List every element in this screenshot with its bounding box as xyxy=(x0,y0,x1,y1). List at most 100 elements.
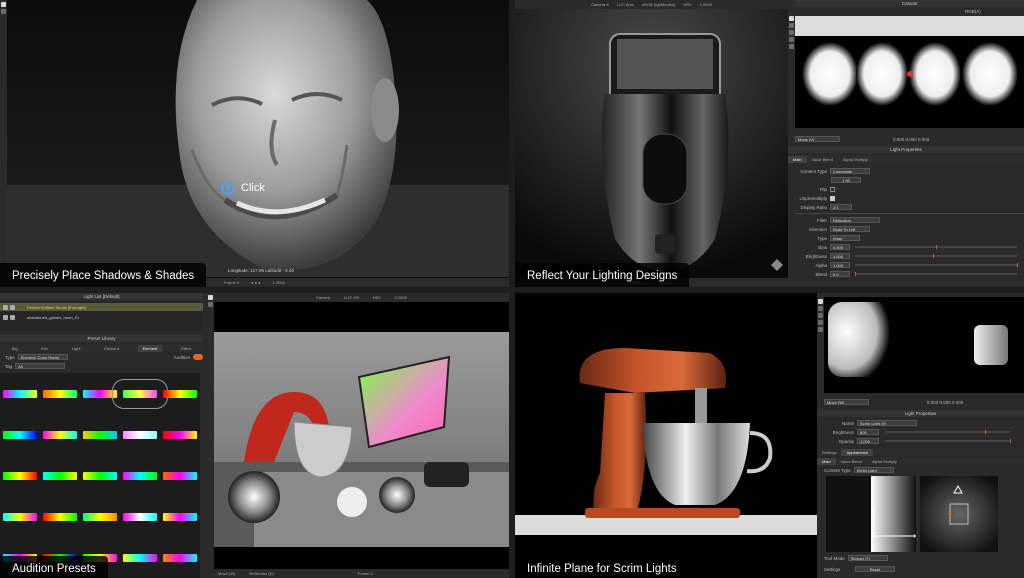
preset-swatch[interactable] xyxy=(163,471,197,480)
tab-appearance[interactable]: Appearance xyxy=(841,449,874,456)
preset-swatch[interactable] xyxy=(43,512,77,521)
lut-select[interactable]: LUT: Auto xyxy=(617,2,634,7)
move-select[interactable]: Move (V) xyxy=(795,136,840,142)
zoom-value[interactable]: 1.0000 xyxy=(700,2,712,7)
select-tool-icon[interactable] xyxy=(789,23,794,28)
frame-label[interactable]: Frame 0 xyxy=(358,571,373,576)
zoom-tool-icon[interactable] xyxy=(818,320,823,325)
tab-env[interactable]: Env xyxy=(36,345,53,352)
preset-swatch[interactable] xyxy=(3,512,37,521)
preset-swatch[interactable] xyxy=(83,512,117,521)
preset-swatch[interactable] xyxy=(163,389,197,398)
content-type-select[interactable]: Composite xyxy=(830,168,870,174)
flip-checkbox[interactable] xyxy=(830,186,835,192)
preset-swatch[interactable] xyxy=(123,553,157,562)
content-type-select[interactable]: Scrim Light xyxy=(853,467,894,473)
preset-swatch[interactable] xyxy=(43,389,77,398)
preset-swatch[interactable] xyxy=(3,430,37,439)
visible-icon[interactable] xyxy=(3,304,8,310)
bias-slider[interactable] xyxy=(855,245,1017,249)
preset-swatch-selected[interactable] xyxy=(112,378,168,409)
tab-effect[interactable]: Effect xyxy=(176,345,196,352)
visible-icon[interactable] xyxy=(3,314,8,320)
paint-tool-icon[interactable] xyxy=(818,299,823,304)
type-select[interactable]: Element: Color Ramp xyxy=(17,354,68,360)
tab-element[interactable]: Element xyxy=(99,345,124,352)
bias-field[interactable]: 0.500 xyxy=(830,244,850,250)
tab-main[interactable]: Main xyxy=(788,156,807,163)
light-row[interactable]: Perfect Softbox Studio [EnvLight] xyxy=(0,303,203,311)
name-field[interactable]: Scrim Light 09 xyxy=(857,420,917,426)
preset-swatch[interactable] xyxy=(123,512,157,521)
blend-field[interactable]: 0.0 xyxy=(830,271,850,277)
alpha-slider[interactable] xyxy=(855,263,1018,267)
camera-select[interactable]: Camera 6 xyxy=(591,2,609,7)
zoom-tool-icon[interactable] xyxy=(789,37,794,42)
tab-value-blend[interactable]: Value Blend xyxy=(807,156,838,163)
fit-tool-icon[interactable] xyxy=(818,327,823,332)
preset-swatch[interactable] xyxy=(163,430,197,439)
select-tool-icon[interactable] xyxy=(1,2,6,7)
paint-tool-icon[interactable] xyxy=(789,16,794,21)
color-select[interactable]: sRGB (rgbMonitor) xyxy=(642,2,676,7)
move-tool-icon[interactable] xyxy=(789,30,794,35)
rgb-select[interactable]: RGB(A) xyxy=(965,9,981,14)
frame-label[interactable]: Frame 0 xyxy=(224,280,239,285)
preset-swatch[interactable] xyxy=(83,389,117,398)
tab-big[interactable]: Big xyxy=(7,345,23,352)
preset-swatch[interactable] xyxy=(83,430,117,439)
tag-select[interactable]: All xyxy=(15,363,66,369)
brightness-field[interactable]: 1.000 xyxy=(830,253,850,259)
select-tool-icon[interactable] xyxy=(818,306,823,311)
tool-mode-select[interactable]: Spread (T) xyxy=(847,555,888,561)
hsv-select[interactable]: HSV xyxy=(684,2,692,7)
tab-value-blend[interactable]: Value Blend xyxy=(836,458,867,465)
preset-swatch[interactable] xyxy=(123,471,157,480)
preset-swatch[interactable] xyxy=(3,389,37,398)
camera-select[interactable]: Camera xyxy=(316,295,330,300)
light-tool-icon[interactable] xyxy=(208,302,213,307)
tab-light[interactable]: Light xyxy=(67,345,86,352)
zoom-value[interactable]: 1.0000 xyxy=(395,295,407,300)
display-ratio-select[interactable]: 2:1 xyxy=(830,204,852,210)
preset-swatch[interactable] xyxy=(163,553,197,562)
reset-button[interactable]: Reset xyxy=(855,566,895,572)
reflection-select[interactable]: Reflection (D) xyxy=(249,571,273,576)
zoom-value[interactable]: 1.0000 xyxy=(273,280,285,285)
preset-swatch[interactable] xyxy=(3,471,37,480)
brightness-slider[interactable] xyxy=(855,254,1017,258)
opacity-slider[interactable] xyxy=(885,439,1011,443)
lut-select[interactable]: LUT: Off xyxy=(344,295,359,300)
preset-swatch[interactable] xyxy=(163,512,197,521)
scrim-preview[interactable] xyxy=(920,476,998,552)
tab-element-active[interactable]: Element xyxy=(137,345,163,352)
type-select[interactable]: Wrap xyxy=(830,235,860,241)
alpha-field[interactable]: 1.000 xyxy=(830,262,850,268)
brightness-slider[interactable] xyxy=(885,430,1010,434)
move-select[interactable]: Move (W) xyxy=(218,571,235,576)
preset-swatch[interactable] xyxy=(123,430,157,439)
light-row[interactable]: abandoned_games_room_01 xyxy=(0,313,203,321)
fit-tool-icon[interactable] xyxy=(789,44,794,49)
tab-alpha-multiply[interactable]: Alpha Multiply xyxy=(867,458,902,465)
solo-icon[interactable] xyxy=(10,304,15,310)
light-tool-icon[interactable] xyxy=(1,9,6,14)
blend-slider[interactable] xyxy=(855,272,1017,276)
select-tool-icon[interactable] xyxy=(208,295,213,300)
hsv-select[interactable]: HSV xyxy=(373,295,381,300)
unpremultiply-checkbox[interactable] xyxy=(830,195,835,201)
tab-main[interactable]: Main xyxy=(817,458,836,465)
preset-swatch[interactable] xyxy=(83,471,117,480)
audition-toggle[interactable] xyxy=(193,354,203,360)
move-select[interactable]: Move (W) xyxy=(824,399,869,405)
solo-icon[interactable] xyxy=(10,314,15,320)
filter-select[interactable]: Reflection xyxy=(830,217,880,223)
tab-settings[interactable]: Settings xyxy=(817,449,841,456)
move-tool-icon[interactable] xyxy=(818,313,823,318)
scrim-graph[interactable] xyxy=(826,476,916,552)
content-value-field[interactable]: 1.00 xyxy=(831,177,861,183)
direction-select[interactable]: Right To Left xyxy=(830,226,870,232)
opacity-field[interactable]: 1.000 xyxy=(857,438,879,444)
brightness-field[interactable]: 800 xyxy=(857,429,879,435)
playback-icons[interactable]: ● ● ● xyxy=(251,280,260,285)
